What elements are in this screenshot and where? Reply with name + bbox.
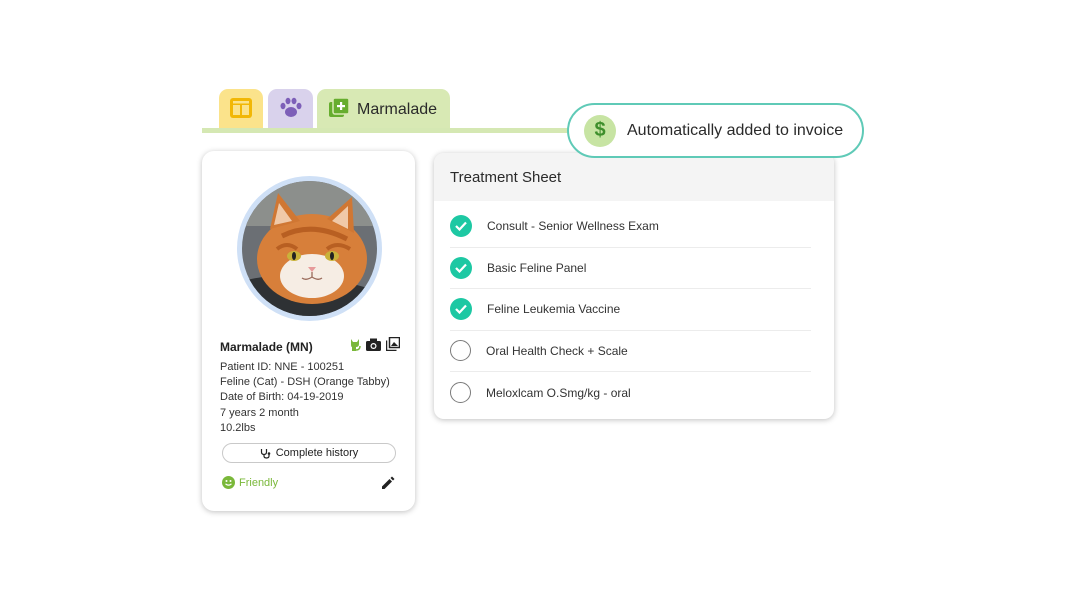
patient-name-row: Marmalade (MN): [220, 336, 401, 356]
patient-icons: [349, 336, 401, 356]
treatment-label: Basic Feline Panel: [487, 260, 587, 275]
patient-name: Marmalade (MN): [220, 339, 313, 354]
complete-history-label: Complete history: [275, 447, 359, 459]
treatment-item[interactable]: Oral Health Check + Scale: [450, 331, 811, 372]
patient-details: Patient ID: NNE - 100251 Feline (Cat) - …: [220, 360, 390, 436]
tab-label: Marmalade: [357, 101, 438, 118]
treatment-label: Meloxlcam O.Smg/kg - oral: [486, 385, 631, 400]
patient-species: Feline (Cat) - DSH (Orange Tabby): [220, 376, 390, 389]
dollar-icon: $: [584, 114, 616, 147]
check-done-icon[interactable]: [450, 256, 472, 279]
add-record-icon: [329, 96, 350, 123]
patient-age: 7 years 2 month: [220, 406, 299, 419]
invoice-notice-text: Automatically added to invoice: [627, 121, 844, 139]
smiley-icon: [222, 476, 235, 489]
check-empty-icon[interactable]: [450, 382, 471, 404]
edit-icon[interactable]: [381, 476, 395, 495]
avatar: [242, 181, 377, 316]
patient-id: Patient ID: NNE - 100251: [220, 361, 345, 373]
check-done-icon[interactable]: [450, 215, 472, 238]
temperament-badge: Friendly: [222, 476, 278, 489]
treatment-sheet: Treatment Sheet Consult - Senior Wellnes…: [434, 153, 834, 419]
treatment-label: Feline Leukemia Vaccine: [487, 302, 621, 317]
treatment-list: Consult - Senior Wellness Exam Basic Fel…: [450, 206, 811, 414]
check-done-icon[interactable]: [450, 298, 472, 321]
avatar-ring: [237, 176, 382, 321]
cat-icon: [349, 338, 361, 356]
patient-dob: Date of Birth: 04-19-2019: [220, 391, 344, 404]
tab-pets[interactable]: [268, 89, 313, 131]
treatment-item[interactable]: Basic Feline Panel: [450, 248, 811, 289]
treatment-label: Oral Health Check + Scale: [486, 343, 628, 358]
complete-history-button[interactable]: Complete history: [222, 443, 396, 463]
tab-dashboard[interactable]: [219, 89, 263, 131]
treatment-sheet-title: Treatment Sheet: [434, 153, 834, 201]
check-empty-icon[interactable]: [450, 340, 471, 362]
stethoscope-icon: [260, 448, 271, 459]
paw-icon: [279, 97, 303, 124]
dashboard-icon: [230, 97, 252, 123]
patient-weight: 10.2lbs: [220, 421, 256, 434]
tab-underline: [202, 128, 612, 133]
temperament-label: Friendly: [239, 476, 279, 489]
treatment-item[interactable]: Feline Leukemia Vaccine: [450, 289, 811, 331]
patient-card: Marmalade (MN) Patient ID: NNE - 100251 …: [202, 151, 415, 511]
tab-patient-marmalade[interactable]: Marmalade: [317, 89, 450, 131]
treatment-item[interactable]: Meloxlcam O.Smg/kg - oral: [450, 372, 811, 414]
gallery-icon[interactable]: [385, 336, 401, 356]
treatment-label: Consult - Senior Wellness Exam: [487, 219, 659, 234]
invoice-notice: $ Automatically added to invoice: [567, 103, 864, 158]
treatment-item[interactable]: Consult - Senior Wellness Exam: [450, 206, 811, 248]
camera-icon[interactable]: [366, 338, 381, 356]
